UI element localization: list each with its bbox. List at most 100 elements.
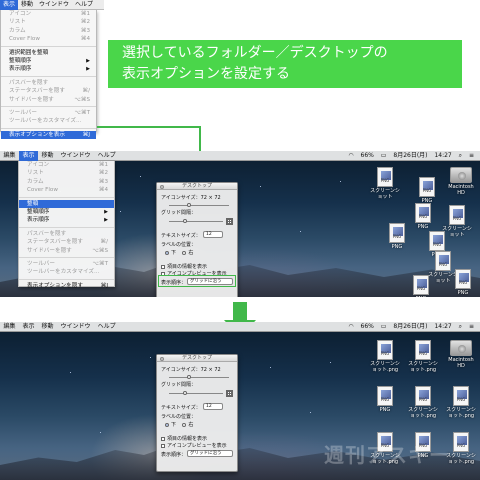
- text-size-label: テキストサイズ：: [161, 233, 201, 239]
- wifi-icon[interactable]: ◠: [348, 152, 353, 159]
- desktop-file-icon[interactable]: PNG: [404, 275, 438, 297]
- sort-by-select[interactable]: グリッドに沿う: [187, 450, 233, 457]
- menu-item-sort-by[interactable]: 表示順序 ▶: [19, 216, 114, 224]
- menu-go[interactable]: 移動: [38, 151, 57, 161]
- panel-titlebar: デスクトップ: [157, 355, 237, 362]
- menu-item-clean-selection[interactable]: 選択範囲を整頓: [1, 49, 96, 57]
- menu-help[interactable]: ヘルプ: [72, 0, 96, 10]
- text-size-select[interactable]: 12: [203, 231, 223, 238]
- time-text[interactable]: 14:27: [434, 323, 451, 330]
- menu-separator: [1, 105, 96, 107]
- grid-spacing-slider[interactable]: [169, 221, 223, 222]
- disk-icon[interactable]: Macintosh HD: [444, 340, 478, 369]
- callout-line-2: 表示オプションを設定する: [122, 66, 290, 82]
- desktop-file-icon[interactable]: スクリーンショット.png: [406, 386, 440, 419]
- menu-separator: [19, 278, 114, 280]
- list-icon[interactable]: ≡: [469, 323, 474, 330]
- menu-item-coverflow[interactable]: Cover Flow ⌘4: [1, 35, 96, 43]
- label-position-label: ラベルの位置：: [161, 414, 197, 420]
- menubar: 編集 表示 移動 ウインドウ ヘルプ ◠ 66% ▭ 8月26日(月) 14:27 ⌕ …: [0, 322, 480, 332]
- wifi-icon[interactable]: ◠: [348, 323, 353, 330]
- date-text[interactable]: 8月26日(月): [393, 323, 427, 330]
- menu-item-toolbar[interactable]: ツールバー ⌥⌘T: [19, 260, 114, 268]
- radio-bottom[interactable]: [165, 250, 169, 255]
- menu-item-hide-path-bar[interactable]: パスバーを隠す: [1, 79, 96, 87]
- menu-item-clean[interactable]: 整頓: [19, 199, 114, 208]
- desktop-file-icon[interactable]: PNG: [446, 269, 480, 296]
- desktop-file-icon[interactable]: PNG: [368, 386, 402, 413]
- menu-item-icon[interactable]: アイコン ⌘1: [19, 161, 114, 169]
- slider-knob[interactable]: [183, 391, 187, 395]
- menu-view[interactable]: 表示: [19, 322, 38, 332]
- grid-icon: [226, 390, 233, 397]
- menu-item-sort-by[interactable]: 表示順序 ▶: [1, 65, 96, 73]
- menu-item-list[interactable]: リスト ⌘2: [1, 18, 96, 26]
- menu-help[interactable]: ヘルプ: [94, 151, 119, 161]
- menu-item-column[interactable]: カラム ⌘3: [1, 27, 96, 35]
- search-icon[interactable]: ⌕: [459, 152, 462, 159]
- menu-separator: [1, 45, 96, 47]
- close-button[interactable]: [160, 356, 164, 361]
- date-text[interactable]: 8月26日(月): [393, 152, 427, 159]
- menu-item-hide-path-bar[interactable]: パスバーを隠す: [19, 230, 114, 238]
- disk-icon[interactable]: Macintosh HD: [444, 167, 478, 196]
- icon-size-slider[interactable]: [169, 377, 229, 378]
- menu-item-show-view-options[interactable]: 表示オプションを表示 ⌘J: [1, 130, 96, 140]
- desktop-file-icon[interactable]: スクリーンショット: [368, 167, 402, 200]
- menu-window[interactable]: ウインドウ: [57, 322, 94, 332]
- desktop-file-icon[interactable]: PNG: [380, 223, 414, 250]
- desktop-file-icon[interactable]: スクリーンショット.png: [368, 340, 402, 373]
- list-icon[interactable]: ≡: [469, 152, 474, 159]
- menu-edit[interactable]: 編集: [0, 322, 19, 332]
- search-icon[interactable]: ⌕: [459, 323, 462, 330]
- battery-icon[interactable]: ▭: [381, 152, 387, 159]
- watermark: 週刊アスキー: [324, 443, 450, 467]
- menu-item-column[interactable]: カラム ⌘3: [19, 178, 114, 186]
- desktop-file-icon[interactable]: スクリーンショット.png: [406, 340, 440, 373]
- menu-go[interactable]: 移動: [18, 0, 36, 10]
- menu-view[interactable]: 表示: [0, 0, 19, 10]
- close-button[interactable]: [160, 184, 164, 189]
- radio-bottom[interactable]: [165, 422, 169, 427]
- battery-percent[interactable]: 66%: [361, 323, 374, 330]
- menu-item-clean-by[interactable]: 整頓順序 ▶: [1, 57, 96, 65]
- text-size-select[interactable]: 12: [203, 403, 223, 410]
- menu-item-icon[interactable]: アイコン ⌘1: [1, 10, 96, 18]
- menu-window[interactable]: ウインドウ: [57, 151, 94, 161]
- desktop-file-icon[interactable]: PNG: [410, 177, 444, 204]
- menu-item-list[interactable]: リスト ⌘2: [19, 169, 114, 177]
- menu-separator: [1, 75, 96, 77]
- menu-item-hide-sidebar[interactable]: サイドバーを隠す ⌥⌘S: [1, 96, 96, 104]
- menu-item-customize-toolbar[interactable]: ツールバーをカスタマイズ...: [19, 268, 114, 276]
- show-item-info-checkbox[interactable]: 項目の情報を表示: [161, 435, 207, 442]
- menu-item-clean-by[interactable]: 整頓順序 ▶: [19, 208, 114, 216]
- menu-item-hide-view-options[interactable]: 表示オプションを隠す ⌘J: [19, 282, 114, 290]
- icon-size-slider[interactable]: [169, 205, 229, 206]
- menu-go[interactable]: 移動: [38, 322, 57, 332]
- desktop-file-icon[interactable]: スクリーンショット.png: [444, 386, 478, 419]
- time-text[interactable]: 14:27: [434, 152, 451, 159]
- slider-knob[interactable]: [183, 219, 187, 223]
- label-position-radios: 下 右: [165, 421, 193, 428]
- show-icon-preview-checkbox[interactable]: アイコンプレビューを表示: [161, 442, 227, 449]
- radio-right[interactable]: [182, 250, 187, 255]
- menu-help[interactable]: ヘルプ: [94, 322, 119, 332]
- radio-right[interactable]: [182, 422, 187, 427]
- slider-knob[interactable]: [187, 375, 191, 379]
- slider-knob[interactable]: [187, 203, 191, 207]
- grid-spacing-slider[interactable]: [169, 393, 223, 394]
- menu-item-toolbar[interactable]: ツールバー ⌥⌘T: [1, 109, 96, 117]
- callout-line-1: 選択しているフォルダー／デスクトップの: [122, 45, 388, 61]
- menu-view[interactable]: 表示: [19, 151, 39, 161]
- menu-window[interactable]: ウインドウ: [36, 0, 72, 10]
- battery-icon[interactable]: ▭: [381, 323, 387, 330]
- menu-edit[interactable]: 編集: [0, 151, 19, 161]
- show-item-info-checkbox[interactable]: 項目の情報を表示: [161, 263, 207, 270]
- menu-item-coverflow[interactable]: Cover Flow ⌘4: [19, 186, 114, 194]
- menu-item-customize-toolbar[interactable]: ツールバーをカスタマイズ...: [1, 117, 96, 125]
- menu-item-hide-sidebar[interactable]: サイドバーを隠す ⌥⌘S: [19, 247, 114, 255]
- view-options-panel: デスクトップ アイコンサイズ：72 × 72 グリッド間隔： テキストサイズ： …: [156, 354, 238, 472]
- menu-item-hide-status-bar[interactable]: ステータスバーを隠す ⌘/: [1, 87, 96, 95]
- menu-item-hide-status-bar[interactable]: ステータスバーを隠す ⌘/: [19, 238, 114, 246]
- battery-percent[interactable]: 66%: [361, 152, 374, 159]
